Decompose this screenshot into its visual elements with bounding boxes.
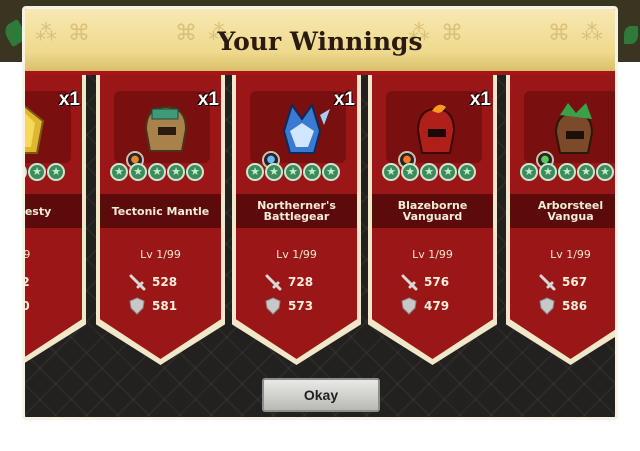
helmet-icon xyxy=(144,105,188,152)
sword-icon xyxy=(539,274,556,291)
leaf-helmet-icon xyxy=(554,103,594,154)
sword-icon xyxy=(401,274,418,291)
star-icon: ★ xyxy=(246,163,264,181)
defense-stat: 586 xyxy=(538,297,587,315)
defense-stat: 573 xyxy=(264,297,313,315)
item-name: Arborsteel Vangua xyxy=(510,194,615,228)
reward-card[interactable]: x1 ★ ★ ★ ★ ★ y Majesty /99 72 70 xyxy=(22,75,86,365)
star-icon: ★ xyxy=(539,163,557,181)
star-icon: ★ xyxy=(110,163,128,181)
star-icon: ★ xyxy=(167,163,185,181)
helmet-icon xyxy=(25,105,45,154)
item-name: y Majesty xyxy=(25,194,82,228)
star-icon: ★ xyxy=(129,163,147,181)
reward-card[interactable]: ● x ★ ★ ★ ★ ★ Arborsteel Vangua Lv 1/99 … xyxy=(506,75,615,365)
item-slot: ● xyxy=(386,91,482,169)
attack-stat: 567 xyxy=(538,273,587,291)
shield-icon xyxy=(401,297,417,315)
item-level: /99 xyxy=(23,248,31,261)
star-rating: ★ ★ ★ ★ ★ xyxy=(520,163,614,181)
item-slot: ● xyxy=(250,91,346,169)
defense-stat: 581 xyxy=(128,297,177,315)
reward-cards[interactable]: x1 ★ ★ ★ ★ ★ y Majesty /99 72 70 xyxy=(25,75,615,365)
sword-icon xyxy=(129,274,146,291)
defense-value: 581 xyxy=(152,299,178,313)
attack-value: 567 xyxy=(562,275,588,289)
sword-icon xyxy=(265,274,282,291)
defense-value: 70 xyxy=(22,299,30,313)
reward-card[interactable]: ● x1 ★ ★ ★ ★ ★ Northerner's Battlegear L… xyxy=(232,75,361,365)
defense-stat: 479 xyxy=(400,297,449,315)
star-icon: ★ xyxy=(577,163,595,181)
star-rating: ★ ★ ★ ★ ★ xyxy=(246,163,340,181)
attack-value: 576 xyxy=(424,275,450,289)
star-rating: ★ ★ ★ ★ ★ xyxy=(110,163,204,181)
okay-button[interactable]: Okay xyxy=(262,378,380,412)
leaf-decoration xyxy=(624,26,638,44)
winnings-dialog: ⁂ ⌘ ⌘ ⁂ ⁂ ⌘ ⌘ ⁂ Your Winnings x1 ★ ★ ★ ★… xyxy=(22,6,618,420)
defense-stat: 70 xyxy=(22,297,30,315)
star-icon: ★ xyxy=(186,163,204,181)
fire-helmet-icon xyxy=(416,104,456,154)
attack-value: 728 xyxy=(288,275,314,289)
star-rating: ★ ★ ★ ★ ★ xyxy=(25,163,65,181)
reward-card[interactable]: ● x1 ★ ★ ★ ★ ★ Blazeborne Vanguard Lv 1/… xyxy=(368,75,497,365)
defense-value: 573 xyxy=(288,299,314,313)
item-level: Lv 1/99 xyxy=(550,248,591,261)
quantity-label: x1 xyxy=(333,89,355,110)
ice-helmet-icon xyxy=(282,102,330,154)
attack-value: 72 xyxy=(22,275,30,289)
star-icon: ★ xyxy=(148,163,166,181)
quantity-label: x1 xyxy=(197,89,219,110)
star-icon: ★ xyxy=(25,163,27,181)
star-icon: ★ xyxy=(401,163,419,181)
item-slot: ● xyxy=(114,91,210,169)
star-icon: ★ xyxy=(284,163,302,181)
star-icon: ★ xyxy=(47,163,65,181)
item-level: Lv 1/99 xyxy=(412,248,453,261)
reward-card[interactable]: ● x1 ★ ★ ★ ★ ★ Tectonic Mantle Lv 1/99 5… xyxy=(96,75,225,365)
star-icon: ★ xyxy=(265,163,283,181)
attack-stat: 576 xyxy=(400,273,449,291)
defense-value: 479 xyxy=(424,299,450,313)
item-level: Lv 1/99 xyxy=(140,248,181,261)
star-icon: ★ xyxy=(420,163,438,181)
star-icon: ★ xyxy=(596,163,614,181)
item-name: Northerner's Battlegear xyxy=(236,194,357,228)
quantity-label: x1 xyxy=(469,89,491,110)
attack-stat: 72 xyxy=(22,273,30,291)
shield-icon xyxy=(265,297,281,315)
star-icon: ★ xyxy=(458,163,476,181)
star-icon: ★ xyxy=(558,163,576,181)
star-icon: ★ xyxy=(439,163,457,181)
star-icon: ★ xyxy=(28,163,46,181)
star-icon: ★ xyxy=(382,163,400,181)
item-name: Blazeborne Vanguard xyxy=(372,194,493,228)
item-slot: ● xyxy=(524,91,615,169)
quantity-label: x1 xyxy=(58,89,80,110)
item-level: Lv 1/99 xyxy=(276,248,317,261)
defense-value: 586 xyxy=(562,299,588,313)
attack-stat: 528 xyxy=(128,273,177,291)
title-banner: ⁂ ⌘ ⌘ ⁂ ⁂ ⌘ ⌘ ⁂ Your Winnings xyxy=(25,9,615,75)
star-icon: ★ xyxy=(520,163,538,181)
shield-icon xyxy=(539,297,555,315)
star-rating: ★ ★ ★ ★ ★ xyxy=(382,163,476,181)
attack-stat: 728 xyxy=(264,273,313,291)
dialog-title: Your Winnings xyxy=(217,27,423,56)
attack-value: 528 xyxy=(152,275,178,289)
star-icon: ★ xyxy=(303,163,321,181)
star-icon: ★ xyxy=(322,163,340,181)
shield-icon xyxy=(129,297,145,315)
item-name: Tectonic Mantle xyxy=(100,194,221,228)
